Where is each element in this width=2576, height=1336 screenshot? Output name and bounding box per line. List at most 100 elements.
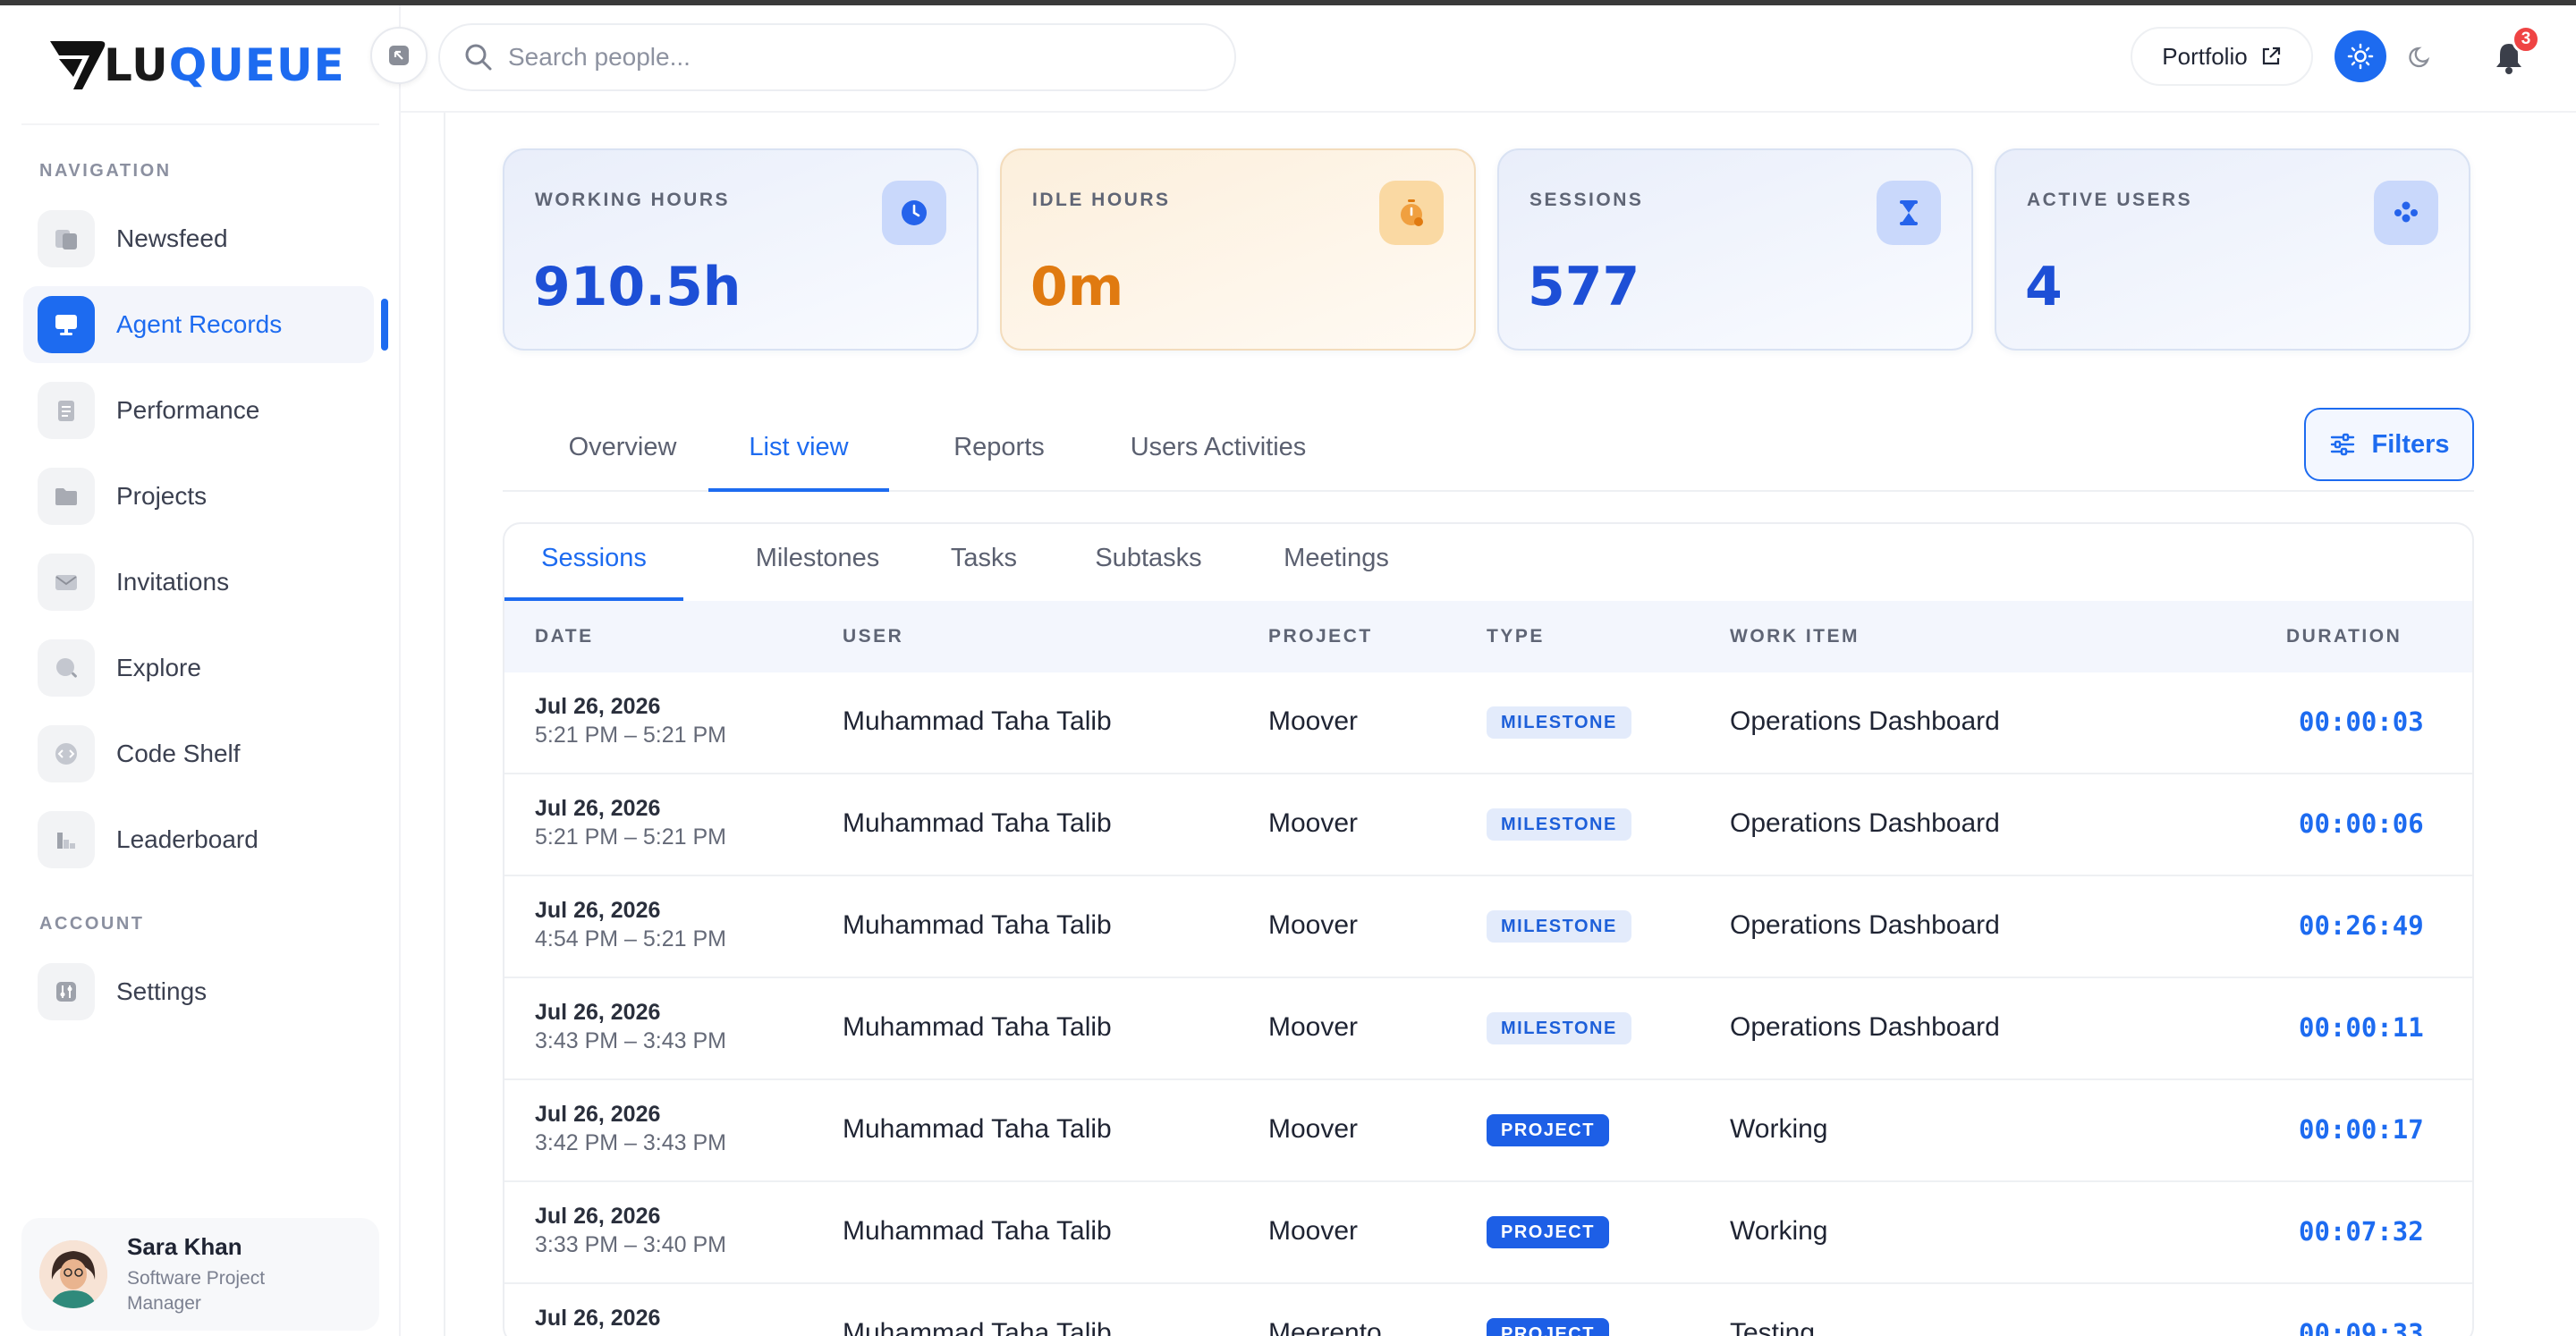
sidebar-item-newsfeed[interactable]: Newsfeed <box>23 200 374 277</box>
table-row[interactable]: Jul 26, 2026 3:33 PM – 3:40 PM Muhammad … <box>504 1182 2472 1284</box>
sidebar-item-agent-records[interactable]: Agent Records <box>23 286 388 363</box>
table-row[interactable]: Jul 26, 2026 4:54 PM – 5:21 PM Muhammad … <box>504 876 2472 978</box>
column-header-date[interactable]: DATE <box>535 626 594 647</box>
subtab-meetings[interactable]: Meetings <box>1265 544 1408 601</box>
column-header-duration[interactable]: DURATION <box>2286 626 2402 647</box>
column-header-type[interactable]: TYPE <box>1487 626 1545 647</box>
stat-card-idle-hours: IDLE HOURS 0m <box>1000 148 1476 351</box>
sidebar-item-label: Projects <box>116 482 208 510</box>
sidebar-item-projects[interactable]: Projects <box>23 458 374 535</box>
sidebar-item-label: Agent Records <box>116 310 283 338</box>
monitor-icon <box>38 296 95 353</box>
row-project: Meerento <box>1268 1318 1382 1336</box>
row-time-range: 5:21 PM – 5:21 PM <box>535 824 727 850</box>
stat-card-sessions: SESSIONS 577 <box>1497 148 1973 351</box>
tab-users-activities[interactable]: Users Activities <box>1111 433 1326 492</box>
mail-icon <box>38 554 95 611</box>
sidebar-item-explore[interactable]: Explore <box>23 630 374 706</box>
subtab-milestones[interactable]: Milestones <box>737 544 898 601</box>
table-row[interactable]: Jul 26, 2026 3:42 PM – 3:43 PM Muhammad … <box>504 1080 2472 1182</box>
row-duration: 00:07:32 <box>2299 1216 2424 1247</box>
row-project: Moover <box>1268 910 1359 940</box>
avatar <box>39 1240 107 1308</box>
type-badge: MILESTONE <box>1487 910 1631 943</box>
tab-reports[interactable]: Reports <box>923 433 1075 492</box>
stat-value: 0m <box>1030 256 1124 318</box>
tab-list-view[interactable]: List view <box>708 433 889 492</box>
divider <box>21 123 379 125</box>
logo-mark-icon <box>50 41 106 89</box>
stat-card-working-hours: WORKING HOURS 910.5h <box>503 148 979 351</box>
subtab-sessions[interactable]: Sessions <box>504 544 683 601</box>
subtab-subtasks[interactable]: Subtasks <box>1073 544 1224 601</box>
sidebar-item-invitations[interactable]: Invitations <box>23 544 374 621</box>
sidebar-item-performance[interactable]: Performance <box>23 372 374 449</box>
column-header-project[interactable]: PROJECT <box>1268 626 1373 647</box>
column-header-work-item[interactable]: WORK ITEM <box>1730 626 1860 647</box>
row-project: Moover <box>1268 706 1359 736</box>
search-bar[interactable] <box>438 23 1236 91</box>
filters-button[interactable]: Filters <box>2304 408 2474 481</box>
type-badge: MILESTONE <box>1487 1012 1631 1044</box>
user-profile-card[interactable]: Sara Khan Software Project Manager <box>21 1218 379 1331</box>
table-row[interactable]: Jul 26, 2026 Muhammad Taha Talib Meerent… <box>504 1284 2472 1336</box>
table-row[interactable]: Jul 26, 2026 3:43 PM – 3:43 PM Muhammad … <box>504 978 2472 1080</box>
collapse-sidebar-button[interactable] <box>370 27 428 84</box>
explore-icon <box>38 639 95 697</box>
row-time-range: 4:54 PM – 5:21 PM <box>535 926 727 951</box>
row-time-range: 3:43 PM – 3:43 PM <box>535 1028 727 1053</box>
sidebar-item-leaderboard[interactable]: Leaderboard <box>23 801 374 878</box>
tab-overview[interactable]: Overview <box>538 433 707 492</box>
sidebar-item-code-shelf[interactable]: Code Shelf <box>23 715 374 792</box>
table-row[interactable]: Jul 26, 2026 5:21 PM – 5:21 PM Muhammad … <box>504 672 2472 774</box>
row-project: Moover <box>1268 1114 1359 1144</box>
view-tabs: Overview List view Reports Users Activit… <box>503 420 2474 492</box>
collapse-icon <box>389 46 409 65</box>
theme-toggle[interactable] <box>2329 27 2454 86</box>
newsfeed-icon <box>38 210 95 267</box>
sidebar: LUQUEUE NAVIGATION Newsfeed Agent Record… <box>0 5 401 1336</box>
row-time-range: 3:42 PM – 3:43 PM <box>535 1130 727 1155</box>
type-badge: PROJECT <box>1487 1114 1609 1146</box>
stat-value: 577 <box>1528 256 1640 318</box>
row-date: Jul 26, 2026 <box>535 1102 661 1127</box>
user-name: Sara Khan <box>127 1232 242 1260</box>
subtab-tasks[interactable]: Tasks <box>936 544 1032 601</box>
row-duration: 00:09:33 <box>2299 1318 2424 1336</box>
row-date: Jul 26, 2026 <box>535 1306 661 1331</box>
nav-section-label: NAVIGATION <box>39 161 172 181</box>
row-time-range: 5:21 PM – 5:21 PM <box>535 723 727 748</box>
moon-icon[interactable] <box>2395 30 2447 82</box>
sidebar-item-label: Leaderboard <box>116 825 258 853</box>
brand-name: LUQUEUE <box>104 39 345 91</box>
row-user: Muhammad Taha Talib <box>843 1216 1112 1246</box>
row-project: Moover <box>1268 1216 1359 1246</box>
row-duration: 00:00:17 <box>2299 1114 2424 1145</box>
timer-icon <box>1379 181 1444 245</box>
row-project: Moover <box>1268 1012 1359 1042</box>
row-date: Jul 26, 2026 <box>535 694 661 719</box>
sliders-icon <box>2331 433 2355 456</box>
portfolio-button[interactable]: Portfolio <box>2131 27 2313 86</box>
row-date: Jul 26, 2026 <box>535 796 661 821</box>
sidebar-item-settings[interactable]: Settings <box>23 953 374 1030</box>
folder-icon <box>38 468 95 525</box>
search-input[interactable] <box>508 43 1206 72</box>
row-user: Muhammad Taha Talib <box>843 706 1112 736</box>
sun-icon[interactable] <box>2334 30 2386 82</box>
row-work-item: Working <box>1730 1216 1828 1246</box>
row-work-item: Operations Dashboard <box>1730 910 2000 940</box>
brand-logo[interactable]: LUQUEUE <box>47 36 345 95</box>
row-duration: 00:00:06 <box>2299 808 2424 839</box>
notification-count-badge: 3 <box>2512 25 2540 54</box>
column-header-user[interactable]: USER <box>843 626 903 647</box>
stat-label: SESSIONS <box>1530 190 1644 210</box>
notifications-button[interactable]: 3 <box>2478 25 2540 86</box>
filters-label: Filters <box>2371 429 2450 459</box>
external-link-icon <box>2262 47 2280 65</box>
sidebar-item-label: Settings <box>116 977 208 1005</box>
type-badge: MILESTONE <box>1487 808 1631 841</box>
table-row[interactable]: Jul 26, 2026 5:21 PM – 5:21 PM Muhammad … <box>504 774 2472 876</box>
row-user: Muhammad Taha Talib <box>843 1318 1112 1336</box>
settings-icon <box>38 963 95 1020</box>
